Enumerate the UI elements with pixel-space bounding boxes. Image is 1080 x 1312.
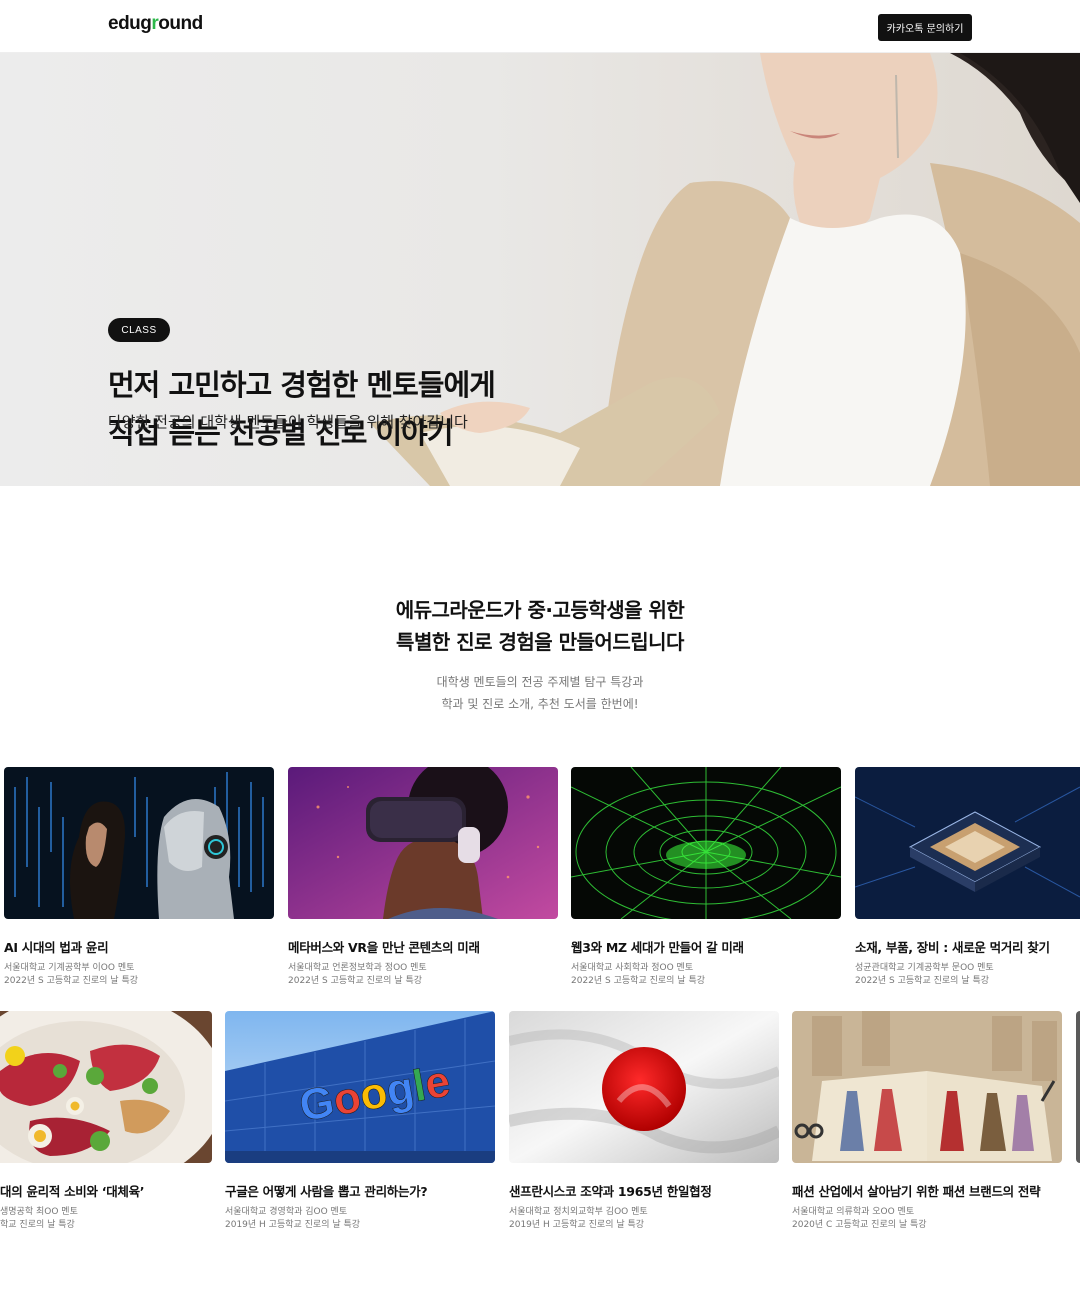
class-card[interactable]: 웹3와 MZ 세대가 만들어 갈 미래 서울대학교 사회학과 정OO 멘토 20… (571, 767, 841, 988)
card-event: 2022년 S 고등학교 진로의 날 특강 (4, 976, 139, 986)
ai-robot-image (4, 767, 274, 919)
card-event: 학교 진로의 날 특강 (0, 1220, 75, 1230)
class-card[interactable]: 메타버스와 VR을 만난 콘텐츠의 미래 서울대학교 언론정보학과 정OO 멘토… (288, 767, 558, 988)
logo[interactable]: eduground (108, 13, 203, 35)
card-event: 2022년 S 고등학교 진로의 날 특강 (571, 976, 706, 986)
japan-flag-image (509, 1011, 779, 1163)
card-title: 샌프란시스코 조약과 1965년 한일협정 (509, 1184, 712, 1199)
site-header: eduground 카카오톡 문의하기 (0, 0, 1080, 53)
intro-sub-line2: 학과 및 진로 소개, 추천 도서를 한번에! (441, 697, 639, 711)
card-mentor: 서울대학교 의류학과 오OO 멘토 (792, 1207, 915, 1217)
card-event: 2022년 S 고등학교 진로의 날 특강 (855, 976, 990, 986)
card-title: 웹3와 MZ 세대가 만들어 갈 미래 (571, 940, 744, 955)
card-meta: 서울대학교 사회학과 정OO 멘토 2022년 S 고등학교 진로의 날 특강 (571, 962, 841, 988)
microchip-image (855, 767, 1080, 919)
meat-platter-image (0, 1011, 212, 1163)
next-card-peek[interactable] (1076, 1011, 1080, 1163)
card-title: 소재, 부품, 장비 : 새로운 먹거리 찾기 (855, 940, 1050, 955)
class-card[interactable]: 패션 산업에서 살아남기 위한 패션 브랜드의 전략 서울대학교 의류학과 오O… (792, 1011, 1062, 1232)
intro-subtitle: 대학생 멘토들의 전공 주제별 탐구 특강과 학과 및 진로 소개, 추천 도서… (0, 671, 1080, 715)
card-meta: 성균관대학교 기계공학부 문OO 멘토 2022년 S 고등학교 진로의 날 특… (855, 962, 1080, 988)
card-mentor: 성균관대학교 기계공학부 문OO 멘토 (855, 963, 994, 973)
hero-title-line1: 먼저 고민하고 경험한 멘토들에게 (108, 368, 496, 402)
hero-title: 먼저 고민하고 경험한 멘토들에게 직접 듣는 전공별 진로 이야기 (108, 361, 496, 457)
card-title: 대의 윤리적 소비와 ‘대체육’ (0, 1184, 145, 1199)
kakao-inquiry-button[interactable]: 카카오톡 문의하기 (878, 14, 972, 41)
card-meta: 서울대학교 정치외교학부 김OO 멘토 2019년 H 고등학교 진로의 날 특… (509, 1206, 779, 1232)
card-mentor: 서울대학교 사회학과 정OO 멘토 (571, 963, 694, 973)
card-meta: 서울대학교 의류학과 오OO 멘토 2020년 C 고등학교 진로의 날 특강 (792, 1206, 1062, 1232)
intro-title: 에듀그라운드가 중·고등학생을 위한 특별한 진로 경험을 만들어드립니다 (0, 594, 1080, 658)
class-card[interactable]: AI 시대의 법과 윤리 서울대학교 기계공학부 이OO 멘토 2022년 S … (4, 767, 274, 988)
card-event: 2019년 H 고등학교 진로의 날 특강 (225, 1220, 361, 1230)
card-mentor: 서울대학교 경영학과 김OO 멘토 (225, 1207, 348, 1217)
hero-subtitle: 다양한 전공의 대학생 멘토들이 학생들을 위해 찾아갑니다 (108, 413, 468, 431)
class-card[interactable]: 대의 윤리적 소비와 ‘대체육’ 생명공학 최OO 멘토 학교 진로의 날 특강 (0, 1011, 212, 1232)
card-mentor: 서울대학교 기계공학부 이OO 멘토 (4, 963, 135, 973)
green-grid-image (571, 767, 841, 919)
google-building-image: Google (225, 1011, 495, 1163)
vr-headset-image (288, 767, 558, 919)
intro-sub-line1: 대학생 멘토들의 전공 주제별 탐구 특강과 (436, 675, 644, 689)
card-title: 패션 산업에서 살아남기 위한 패션 브랜드의 전략 (792, 1184, 1041, 1199)
card-mentor: 서울대학교 정치외교학부 김OO 멘토 (509, 1207, 648, 1217)
class-card[interactable]: 샌프란시스코 조약과 1965년 한일협정 서울대학교 정치외교학부 김OO 멘… (509, 1011, 779, 1232)
card-title: 구글은 어떻게 사람을 뽑고 관리하는가? (225, 1184, 428, 1199)
class-badge: CLASS (108, 318, 170, 342)
class-card[interactable]: 소재, 부품, 장비 : 새로운 먹거리 찾기 성균관대학교 기계공학부 문OO… (855, 767, 1080, 988)
intro-title-line2: 특별한 진로 경험을 만들어드립니다 (396, 630, 684, 654)
card-title: AI 시대의 법과 윤리 (4, 940, 109, 955)
card-title: 메타버스와 VR을 만난 콘텐츠의 미래 (288, 940, 480, 955)
card-meta: 서울대학교 기계공학부 이OO 멘토 2022년 S 고등학교 진로의 날 특강 (4, 962, 274, 988)
card-meta: 서울대학교 경영학과 김OO 멘토 2019년 H 고등학교 진로의 날 특강 (225, 1206, 495, 1232)
card-event: 2020년 C 고등학교 진로의 날 특강 (792, 1220, 927, 1230)
card-meta: 생명공학 최OO 멘토 학교 진로의 날 특강 (0, 1206, 212, 1232)
fashion-book-image (792, 1011, 1062, 1163)
intro-title-line1: 에듀그라운드가 중·고등학생을 위한 (395, 598, 685, 622)
card-meta: 서울대학교 언론정보학과 정OO 멘토 2022년 S 고등학교 진로의 날 특… (288, 962, 558, 988)
card-mentor: 서울대학교 언론정보학과 정OO 멘토 (288, 963, 427, 973)
card-mentor: 생명공학 최OO 멘토 (0, 1207, 78, 1217)
card-event: 2022년 S 고등학교 진로의 날 특강 (288, 976, 423, 986)
class-card[interactable]: Google 구글은 어떻게 사람을 뽑고 관리하는가? 서울대학교 경영학과 … (225, 1011, 495, 1232)
card-event: 2019년 H 고등학교 진로의 날 특강 (509, 1220, 645, 1230)
